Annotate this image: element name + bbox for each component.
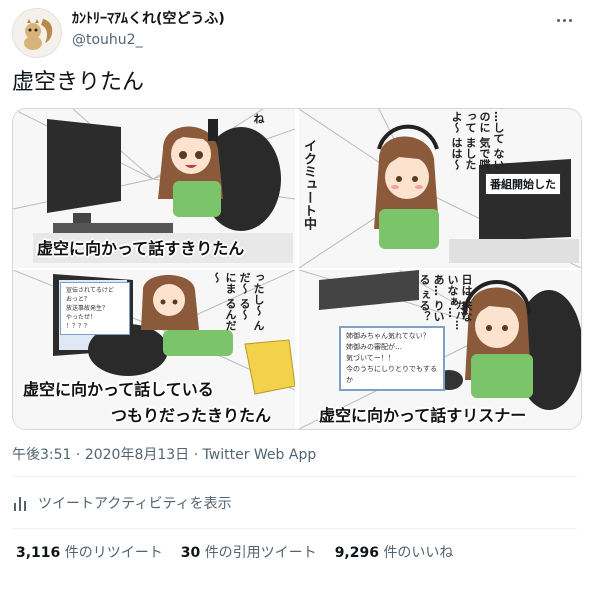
panel3-screen: 宣伝されてるけど おっと？ 放送事故発生？ やったぜ！ ！？？？ xyxy=(60,282,130,335)
panel4-chat-line: 姉御みの審配が… xyxy=(346,343,402,351)
stat-label: 件のリツイート xyxy=(64,545,163,561)
comic-panel-4: 日は 来ないなぁ… あ… りいる ぇる？ カハ… 姉御みちゃん気れてない？ 姉御… xyxy=(299,270,581,429)
source-app-link[interactable]: Twitter Web App xyxy=(203,447,317,463)
tweet-activity-link[interactable]: ツイートアクティビティを表示 xyxy=(12,492,232,514)
panel4-chat-line: 今のうちにしりとりでもするか xyxy=(346,365,437,384)
tweet-media[interactable]: ね 虚空に向かって話すきりたん イクミュート中 …して ないのに 気で喋って ま… xyxy=(12,108,582,430)
quote-tweet-count[interactable]: 30 件の引用ツイート xyxy=(181,542,317,562)
display-name[interactable]: ｶﾝﾄﾘｰﾏｱﾑくれ(空どうふ) xyxy=(72,10,225,28)
panel3-screen-line: おっと？ xyxy=(66,296,91,303)
divider xyxy=(12,528,577,529)
meta-separator: · xyxy=(75,447,81,463)
stat-count: 9,296 xyxy=(334,545,379,561)
avatar[interactable] xyxy=(12,8,62,58)
panel4-chat-box: 姉御みちゃん気れてない？ 姉御みの審配が… 気づいてー！！ 今のうちにしりとりで… xyxy=(339,326,445,391)
panel2-speech: …して ないのに 気で喋って ましたよ～ はは～ xyxy=(450,111,505,170)
tweet-date[interactable]: 2020年8月13日 xyxy=(85,447,189,463)
comic-panel-3: 宣伝されてるけど おっと？ 放送事故発生？ やったぜ！ ！？？？ ったし～ んだ… xyxy=(13,270,295,429)
panel3-screen-line: やったぜ！ xyxy=(66,314,97,321)
panel3-screen-line: 放送事故発生？ xyxy=(66,305,109,312)
panel1-speech: ね xyxy=(252,113,265,124)
squirrel-avatar-icon xyxy=(13,9,61,57)
more-options-icon[interactable] xyxy=(551,12,577,28)
panel3-caption-line1: 虚空に向かって話している xyxy=(23,380,214,399)
panel4-chat-line: 姉御みちゃん気れてない？ xyxy=(346,332,430,340)
panel3-caption-line2: つもりだったきりたん xyxy=(111,406,272,425)
handle[interactable]: @touhu2_ xyxy=(72,30,225,50)
retweet-count[interactable]: 3,116 件のリツイート xyxy=(16,542,163,562)
tweet-meta: 午後3:51 · 2020年8月13日 · Twitter Web App xyxy=(12,444,316,464)
comic-panel-1: ね 虚空に向かって話すきりたん xyxy=(13,109,295,268)
panel1-caption: 虚空に向かって話すきりたん xyxy=(37,239,245,258)
panel3-screen-line: ！？？？ xyxy=(66,323,91,330)
meta-separator: · xyxy=(193,447,199,463)
comic-panel-2: イクミュート中 …して ないのに 気で喋って ましたよ～ はは～ 番組開始した xyxy=(299,109,581,268)
panel2-side-text: イクミュート中 xyxy=(301,139,316,230)
panel4-ellipsis: カハ… xyxy=(453,300,464,330)
author-block[interactable]: ｶﾝﾄﾘｰﾏｱﾑくれ(空どうふ) @touhu2_ xyxy=(72,10,225,50)
tweet-text: 虚空きりたん xyxy=(12,70,145,95)
stat-count: 3,116 xyxy=(16,545,61,561)
activity-label: ツイートアクティビティを表示 xyxy=(38,496,232,512)
stat-label: 件のいいね xyxy=(383,545,454,561)
like-count[interactable]: 9,296 件のいいね xyxy=(335,542,454,562)
panel2-sign: 番組開始した xyxy=(485,173,561,195)
bar-chart-icon xyxy=(14,497,26,511)
stat-label: 件の引用ツイート xyxy=(204,545,317,561)
panel3-speech: ったし～ んだ～ る～ にま るんだ～ xyxy=(210,272,265,331)
panel4-chat-line: 気づいてー！！ xyxy=(346,354,395,362)
panel3-screen-line: 宣伝されてるけど xyxy=(66,287,114,294)
divider xyxy=(12,476,577,477)
panel4-caption: 虚空に向かって話すリスナー xyxy=(319,406,527,425)
tweet-time[interactable]: 午後3:51 xyxy=(12,447,71,463)
tweet-stats: 3,116 件のリツイート 30 件の引用ツイート 9,296 件のいいね xyxy=(16,542,453,562)
stat-count: 30 xyxy=(180,545,201,561)
